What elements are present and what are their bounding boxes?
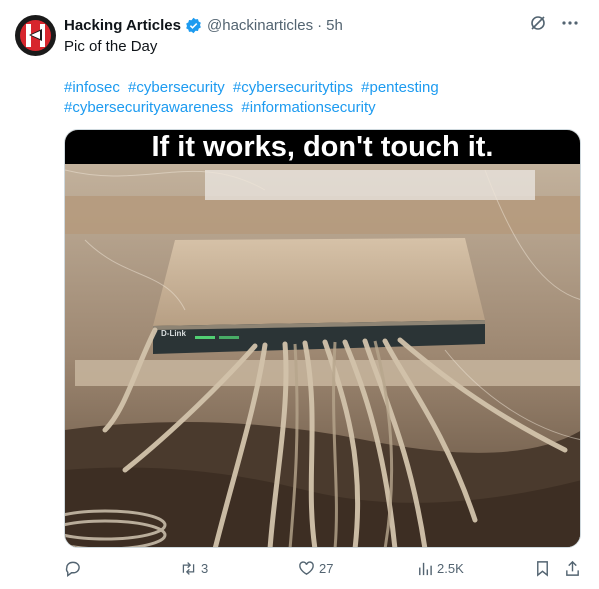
tweet-text: Pic of the Day bbox=[64, 38, 158, 55]
reply-button[interactable] bbox=[64, 560, 85, 577]
bookmark-icon bbox=[537, 561, 548, 577]
author-name[interactable]: Hacking Articles bbox=[64, 17, 181, 34]
verified-badge-icon bbox=[186, 17, 201, 33]
hacking-articles-logo bbox=[26, 24, 45, 47]
tweet-time[interactable]: 5h bbox=[326, 17, 343, 34]
views-button[interactable]: 2.5K bbox=[416, 560, 464, 577]
hashtag-link[interactable]: #cybersecurityawareness bbox=[64, 99, 233, 116]
separator-dot: · bbox=[317, 16, 323, 34]
share-button[interactable] bbox=[564, 560, 581, 577]
hashtag-link[interactable]: #infosec bbox=[64, 79, 120, 96]
retweet-count: 3 bbox=[201, 561, 209, 576]
heart-icon bbox=[299, 561, 314, 575]
views-icon bbox=[419, 562, 432, 576]
tweet-actions: 3 27 2.5K bbox=[64, 560, 584, 582]
hashtag-link[interactable]: #pentesting bbox=[361, 79, 439, 96]
grok-icon[interactable] bbox=[529, 14, 547, 32]
avatar[interactable] bbox=[15, 15, 56, 56]
hashtag-list: #infosec #cybersecurity #cybersecurityti… bbox=[64, 78, 484, 118]
more-icon[interactable] bbox=[561, 14, 579, 32]
network-switch-photo: D-Link bbox=[65, 130, 580, 547]
bookmark-button[interactable] bbox=[534, 560, 551, 577]
retweet-icon bbox=[182, 562, 195, 575]
tweet-photo[interactable]: D-Link If it works, don't touch it. bbox=[64, 129, 581, 548]
switch-brand-label: D-Link bbox=[161, 329, 186, 338]
views-count: 2.5K bbox=[437, 561, 464, 576]
reply-icon bbox=[65, 561, 80, 577]
hashtag-link[interactable]: #cybersecuritytips bbox=[233, 79, 353, 96]
hashtag-link[interactable]: #informationsecurity bbox=[241, 99, 375, 116]
hashtag-link[interactable]: #cybersecurity bbox=[128, 79, 225, 96]
tweet-header: Hacking Articles @hackinarticles · 5h bbox=[64, 14, 579, 36]
retweet-button[interactable]: 3 bbox=[180, 560, 208, 577]
share-icon bbox=[566, 560, 579, 576]
author-handle[interactable]: @hackinarticles bbox=[207, 17, 313, 34]
like-count: 27 bbox=[319, 561, 334, 576]
like-button[interactable]: 27 bbox=[298, 560, 333, 577]
image-caption: If it works, don't touch it. bbox=[65, 130, 580, 164]
